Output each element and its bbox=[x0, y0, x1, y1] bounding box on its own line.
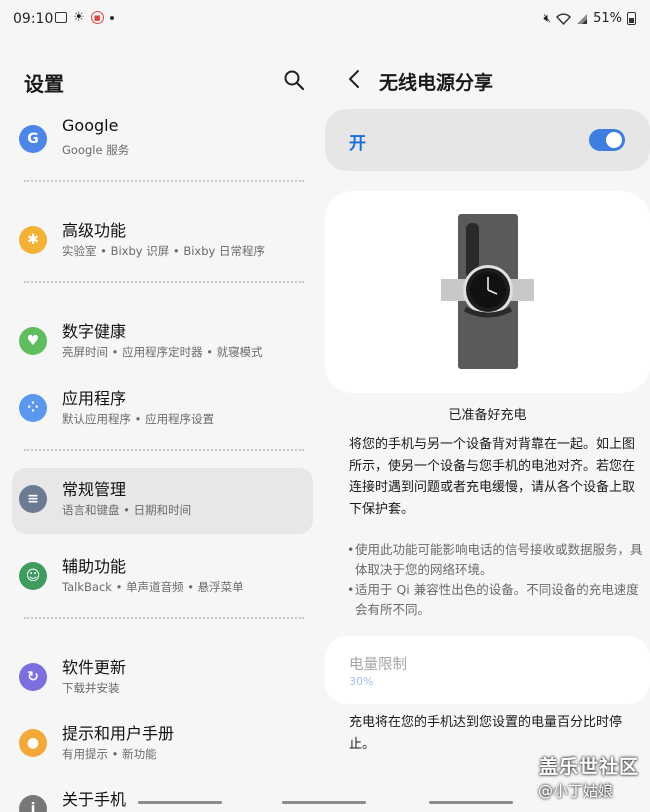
general-management-icon: ≡ bbox=[19, 485, 47, 513]
battery-limit-description: 充电将在您的手机达到您设置的电量百分比时停止。 bbox=[349, 715, 623, 752]
item-subtitle: 实验室 • Bixby 识屏 • Bixby 日常程序 bbox=[62, 244, 265, 258]
ready-status: 已准备好充电 bbox=[448, 408, 527, 423]
back-icon[interactable] bbox=[347, 69, 363, 89]
nav-handle-right[interactable] bbox=[429, 801, 513, 804]
page-title: 设置 bbox=[24, 72, 64, 96]
note-item: 适用于 Qi 兼容性出色的设备。不同设备的充电速度会有所不同。 bbox=[347, 580, 645, 620]
item-subtitle: 默认应用程序 • 应用程序设置 bbox=[62, 412, 215, 426]
item-title: 提示和用户手册 bbox=[62, 724, 175, 743]
nav-handle-left[interactable] bbox=[138, 801, 222, 804]
item-subtitle: 有用提示 • 新功能 bbox=[62, 747, 157, 761]
powershare-toggle-row[interactable]: 开 bbox=[325, 109, 650, 171]
notes-list: 使用此功能可能影响电话的信号接收或数据服务，具体取决于您的网络环境。 适用于 Q… bbox=[347, 540, 645, 620]
item-title: 数字健康 bbox=[62, 322, 127, 341]
item-subtitle: 语言和键盘 • 日期和时间 bbox=[62, 503, 192, 517]
wifi-icon bbox=[556, 13, 572, 25]
battery-icon bbox=[627, 12, 636, 25]
item-subtitle: TalkBack • 单声道音频 • 悬浮菜单 bbox=[62, 580, 244, 594]
battery-percent: 51% bbox=[593, 11, 622, 26]
gallery-notification-icon bbox=[55, 12, 67, 23]
mute-icon: 🔇︎ bbox=[543, 11, 552, 25]
settings-item-tips[interactable]: ● 提示和用户手册 有用提示 • 新功能 bbox=[12, 712, 313, 778]
wireless-powershare-pane: 无线电源分享 开 已准备好充电 将您的手机与另一个设备背对背靠在一起。如上图所示… bbox=[325, 38, 650, 812]
settings-item-accessibility[interactable]: ☺ 辅助功能 TalkBack • 单声道音频 • 悬浮菜单 bbox=[12, 545, 313, 611]
status-time: 09:10 bbox=[13, 11, 54, 27]
instructions-text: 将您的手机与另一个设备背对背靠在一起。如上图所示，使另一个设备与您手机的电池对齐… bbox=[349, 437, 636, 517]
search-icon[interactable] bbox=[283, 69, 305, 91]
apps-icon: ⁘ bbox=[19, 394, 47, 422]
item-subtitle: 亮屏时间 • 应用程序定时器 • 就寝模式 bbox=[62, 345, 263, 359]
advanced-features-icon: ✱ bbox=[19, 226, 47, 254]
status-bar: 09:10 ☀ ■ 🔇︎ 51% bbox=[0, 0, 650, 38]
about-phone-icon: i bbox=[19, 795, 47, 812]
weather-icon: ☀ bbox=[73, 10, 85, 25]
item-title: 辅助功能 bbox=[62, 557, 127, 576]
digital-wellbeing-icon: ♥ bbox=[19, 327, 47, 355]
switch-knob bbox=[606, 132, 622, 148]
item-subtitle: 下载并安装 bbox=[62, 681, 120, 695]
settings-pane: 设置 G Google Google 服务 ✱ 高级功能 实验室 • Bixby… bbox=[0, 38, 325, 812]
page-title: 无线电源分享 bbox=[379, 72, 494, 94]
divider bbox=[24, 281, 304, 283]
watermark-community: 盖乐世社区 bbox=[539, 756, 640, 778]
settings-item-digital-wellbeing[interactable]: ♥ 数字健康 亮屏时间 • 应用程序定时器 • 就寝模式 bbox=[12, 310, 313, 376]
settings-item-google[interactable]: G Google Google 服务 bbox=[12, 108, 313, 174]
item-title: 常规管理 bbox=[62, 480, 127, 499]
app-notification-icon: ■ bbox=[90, 11, 104, 24]
signal-icon bbox=[577, 13, 588, 24]
illustration-card bbox=[325, 191, 650, 393]
settings-item-apps[interactable]: ⁘ 应用程序 默认应用程序 • 应用程序设置 bbox=[12, 377, 313, 443]
settings-item-general-management[interactable]: ≡ 常规管理 语言和键盘 • 日期和时间 bbox=[12, 468, 313, 534]
item-title: Google bbox=[62, 116, 119, 135]
tips-icon: ● bbox=[19, 729, 47, 757]
settings-item-software-update[interactable]: ↻ 软件更新 下载并安装 bbox=[12, 646, 313, 712]
battery-limit-row[interactable]: 电量限制 30% bbox=[325, 636, 650, 704]
more-notifications-icon bbox=[109, 15, 114, 20]
toggle-label: 开 bbox=[349, 134, 366, 154]
watermark-author: @小丁姑娘 bbox=[538, 782, 614, 800]
settings-item-about-phone[interactable]: i 关于手机 bbox=[12, 778, 313, 812]
google-icon: G bbox=[19, 125, 47, 153]
accessibility-icon: ☺ bbox=[19, 562, 47, 590]
item-subtitle: Google 服务 bbox=[62, 143, 130, 157]
divider bbox=[24, 617, 304, 619]
software-update-icon: ↻ bbox=[19, 663, 47, 691]
battery-limit-title: 电量限制 bbox=[349, 657, 407, 673]
nav-handle-center[interactable] bbox=[282, 801, 366, 804]
battery-limit-value: 30% bbox=[349, 675, 374, 688]
divider bbox=[24, 180, 304, 182]
item-title: 应用程序 bbox=[62, 389, 127, 408]
item-title: 高级功能 bbox=[62, 221, 127, 240]
item-title: 软件更新 bbox=[62, 658, 127, 677]
divider bbox=[24, 449, 304, 451]
item-title: 关于手机 bbox=[62, 790, 127, 809]
note-item: 使用此功能可能影响电话的信号接收或数据服务，具体取决于您的网络环境。 bbox=[347, 540, 645, 580]
phone-watch-illustration bbox=[441, 214, 534, 369]
settings-item-advanced-features[interactable]: ✱ 高级功能 实验室 • Bixby 识屏 • Bixby 日常程序 bbox=[12, 209, 313, 275]
powershare-switch[interactable] bbox=[589, 129, 625, 151]
